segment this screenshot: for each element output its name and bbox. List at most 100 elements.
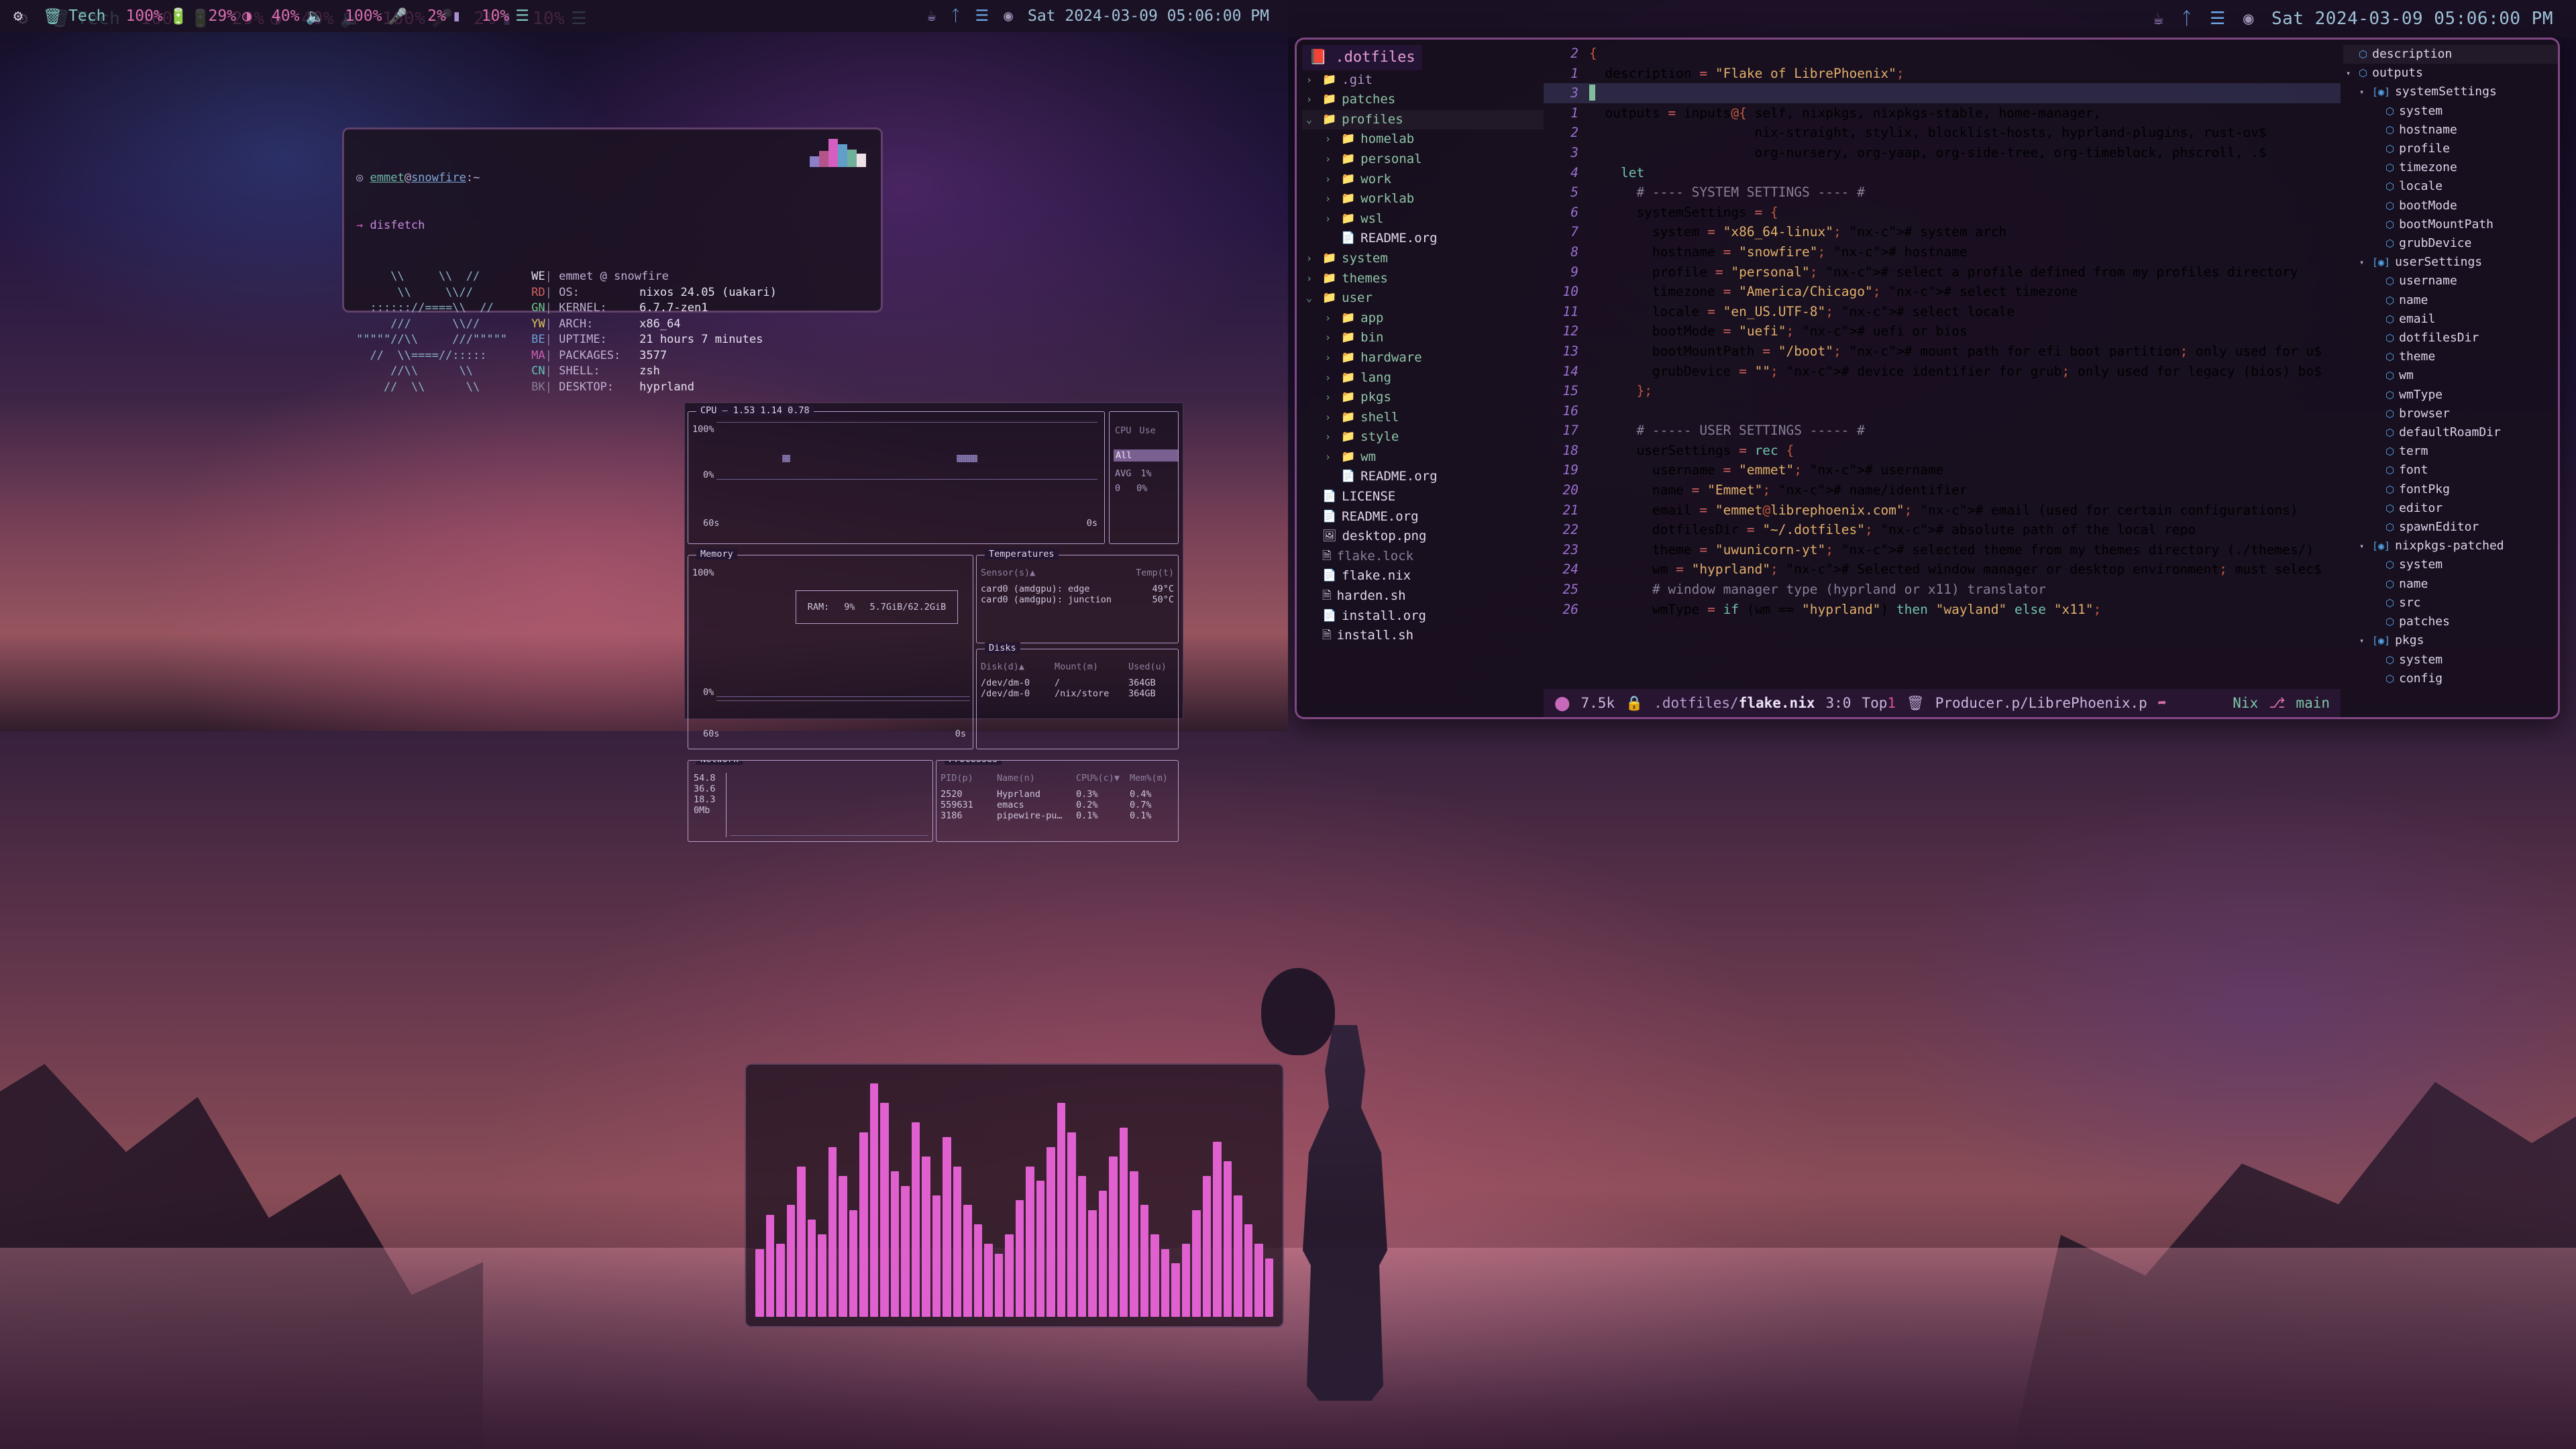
outline-row[interactable]: ⬡ name bbox=[2343, 291, 2558, 310]
emacs-window[interactable]: 📕 .dotfiles › 📁 .git › 📁 patches ⌄ 📁 profiles › 📁 h… bbox=[1295, 38, 2560, 719]
chevron-right-icon[interactable]: › bbox=[1325, 408, 1336, 428]
secondary-cpu-module[interactable]: 2% ▮ bbox=[427, 7, 462, 25]
outline-row[interactable]: ⬡ timezone bbox=[2343, 158, 2558, 177]
outline-row[interactable]: ⬡ profile bbox=[2343, 140, 2558, 158]
treemacs-row[interactable]: ⌄ 📁 user bbox=[1302, 288, 1544, 309]
treemacs-row[interactable]: › 📁 homelab bbox=[1302, 129, 1544, 150]
system-monitor-window[interactable]: CPU — 1.53 1.14 0.78 100% 0% ▁▁▁▁▁▁▁▁▁▁▁… bbox=[684, 402, 1183, 842]
signal-icon[interactable]: ☰ bbox=[975, 7, 989, 25]
treemacs-row[interactable]: › 📁 style bbox=[1302, 427, 1544, 447]
chevron-down-icon[interactable]: ⌄ bbox=[1306, 110, 1317, 130]
chevron-right-icon[interactable]: › bbox=[1325, 129, 1336, 150]
outline-row[interactable]: ⬡ bootMode bbox=[2343, 197, 2558, 215]
chevron-right-icon[interactable]: › bbox=[1306, 70, 1317, 91]
outline-row[interactable]: ⬡ patches bbox=[2343, 612, 2558, 631]
treemacs-row[interactable]: 🗎 install.sh bbox=[1302, 626, 1544, 646]
outline-row[interactable]: ⬡ font bbox=[2343, 461, 2558, 480]
outline-row[interactable]: ⬡ src bbox=[2343, 594, 2558, 612]
outline-row[interactable]: ▾ [◉] systemSettings bbox=[2343, 83, 2558, 101]
outline-row[interactable]: ⬡ name bbox=[2343, 575, 2558, 594]
treemacs-row[interactable]: › 📁 themes bbox=[1302, 269, 1544, 289]
treemacs-row[interactable]: 📄 flake.nix bbox=[1302, 566, 1544, 586]
outline-row[interactable]: ▾ [◉] nixpkgs-patched bbox=[2343, 537, 2558, 555]
chevron-right-icon[interactable]: › bbox=[1325, 189, 1336, 209]
secondary-mic-module[interactable]: 100% 🎤 bbox=[345, 7, 407, 25]
treemacs-row[interactable]: › 📁 wm bbox=[1302, 447, 1544, 468]
bluetooth-icon[interactable]: ᛏ bbox=[2182, 10, 2192, 28]
outline-row[interactable]: ⬡ defaultRoamDir bbox=[2343, 423, 2558, 442]
chevron-down-icon[interactable]: ▾ bbox=[2359, 253, 2367, 272]
treemacs-row[interactable]: › 📁 app bbox=[1302, 309, 1544, 329]
treemacs-row[interactable]: 📄 README.org bbox=[1302, 467, 1544, 487]
outline-row[interactable]: ▾ [◉] pkgs bbox=[2343, 631, 2558, 650]
signal-icon[interactable]: ☰ bbox=[2210, 10, 2226, 28]
disc-icon[interactable]: ◉ bbox=[1004, 7, 1013, 25]
cpu-use-panel[interactable]: CPU Use All AVG 1% 0 0% bbox=[1109, 411, 1179, 544]
treemacs-row[interactable]: › 📁 shell bbox=[1302, 408, 1544, 428]
outline-row[interactable]: ⬡ email bbox=[2343, 310, 2558, 329]
chevron-right-icon[interactable]: › bbox=[1325, 170, 1336, 190]
outline-row[interactable]: ⬡ system bbox=[2343, 555, 2558, 574]
outline-row[interactable]: ⬡ fontPkg bbox=[2343, 480, 2558, 499]
secondary-brightness-module[interactable]: 100% 🔋 bbox=[125, 7, 188, 25]
treemacs-row[interactable]: › 📁 personal bbox=[1302, 150, 1544, 170]
chevron-right-icon[interactable]: › bbox=[1325, 309, 1336, 329]
treemacs-row[interactable]: › 📁 patches bbox=[1302, 90, 1544, 110]
secondary-workspace-module[interactable]: 🗑 Tech bbox=[43, 7, 106, 25]
secondary-gear-icon-module[interactable]: ⚙ bbox=[13, 7, 23, 25]
treemacs-row[interactable]: 🖼 desktop.png bbox=[1302, 527, 1544, 547]
chevron-right-icon[interactable]: › bbox=[1325, 368, 1336, 388]
chevron-down-icon[interactable]: ▾ bbox=[2359, 537, 2367, 555]
chevron-right-icon[interactable]: › bbox=[1306, 269, 1317, 289]
outline-row[interactable]: ⬡ grubDevice bbox=[2343, 234, 2558, 253]
chevron-right-icon[interactable]: › bbox=[1306, 90, 1317, 110]
treemacs-row[interactable]: › 📁 work bbox=[1302, 170, 1544, 190]
secondary-battery-module[interactable]: 29% ◑ bbox=[208, 7, 251, 25]
chevron-right-icon[interactable]: › bbox=[1325, 348, 1336, 368]
treemacs-row[interactable]: › 📁 system bbox=[1302, 249, 1544, 269]
chevron-right-icon[interactable]: › bbox=[1325, 427, 1336, 447]
chevron-right-icon[interactable]: › bbox=[1306, 249, 1317, 269]
disfetch-terminal-window[interactable]: ◎ emmet@snowfire:~ → disfetch \\ \\ // \… bbox=[342, 127, 883, 394]
outline-row[interactable]: ⬡ config bbox=[2343, 669, 2558, 688]
outline-row[interactable]: ⬡ username bbox=[2343, 272, 2558, 290]
emacs-outline-sidebar[interactable]: ⬡ description ▾ ⬡ outputs ▾ [◉] systemSettings ⬡… bbox=[2341, 40, 2558, 717]
treemacs-row[interactable]: 📄 LICENSE bbox=[1302, 487, 1544, 507]
chevron-down-icon[interactable]: ▾ bbox=[2346, 64, 2354, 83]
outline-row[interactable]: ⬡ locale bbox=[2343, 177, 2558, 196]
no-coffee-icon[interactable]: ☕ bbox=[2153, 10, 2164, 28]
treemacs-row[interactable]: › 📁 wsl bbox=[1302, 209, 1544, 229]
bluetooth-icon[interactable]: ᛏ bbox=[951, 7, 961, 25]
outline-row[interactable]: ⬡ description bbox=[2343, 45, 2558, 64]
treemacs-row[interactable]: › 📁 bin bbox=[1302, 328, 1544, 348]
emacs-code-buffer[interactable]: 2{1 description = "Flake of LibrePhoenix… bbox=[1544, 40, 2341, 717]
secondary-memory-module[interactable]: 10% ☰ bbox=[482, 7, 529, 25]
outline-row[interactable]: ⬡ editor bbox=[2343, 499, 2558, 518]
outline-row[interactable]: ⬡ bootMountPath bbox=[2343, 215, 2558, 234]
chevron-right-icon[interactable]: › bbox=[1325, 447, 1336, 468]
treemacs-row[interactable]: › 📁 worklab bbox=[1302, 189, 1544, 209]
chevron-right-icon[interactable]: › bbox=[1325, 388, 1336, 408]
no-coffee-icon[interactable]: ☕ bbox=[927, 7, 936, 25]
outline-row[interactable]: ⬡ system bbox=[2343, 102, 2558, 121]
outline-row[interactable]: ⬡ browser bbox=[2343, 405, 2558, 423]
treemacs-row[interactable]: › 📁 pkgs bbox=[1302, 388, 1544, 408]
treemacs-row[interactable]: 🗎 flake.lock bbox=[1302, 547, 1544, 567]
outline-row[interactable]: ⬡ wmType bbox=[2343, 386, 2558, 405]
secondary-monitor-window[interactable]: ⚙ 🗑 Tech 100% 🔋 29% ◑ 40% 🔈 100% 🎤 2% ▮ … bbox=[0, 0, 1387, 1401]
outline-row[interactable]: ▾ ⬡ outputs bbox=[2343, 64, 2558, 83]
treemacs-row[interactable]: 📄 README.org bbox=[1302, 507, 1544, 527]
cpu-use-selected[interactable]: All bbox=[1114, 449, 1178, 462]
treemacs-row[interactable]: ⌄ 📁 profiles bbox=[1302, 109, 1544, 130]
outline-row[interactable]: ▾ [◉] userSettings bbox=[2343, 253, 2558, 272]
chevron-right-icon[interactable]: › bbox=[1325, 328, 1336, 348]
disc-icon[interactable]: ◉ bbox=[2243, 10, 2254, 28]
disks-panel[interactable]: Disks Disk(d)▲ Mount(m) Used(u) /dev/dm-… bbox=[976, 643, 1179, 749]
treemacs-row[interactable]: 📄 README.org bbox=[1302, 229, 1544, 249]
outline-row[interactable]: ⬡ wm bbox=[2343, 366, 2558, 385]
outline-row[interactable]: ⬡ dotfilesDir bbox=[2343, 329, 2558, 347]
chevron-right-icon[interactable]: › bbox=[1325, 150, 1336, 170]
chevron-down-icon[interactable]: ▾ bbox=[2359, 631, 2367, 650]
secondary-volume-module[interactable]: 40% 🔈 bbox=[272, 7, 325, 25]
chevron-down-icon[interactable]: ▾ bbox=[2359, 83, 2367, 101]
